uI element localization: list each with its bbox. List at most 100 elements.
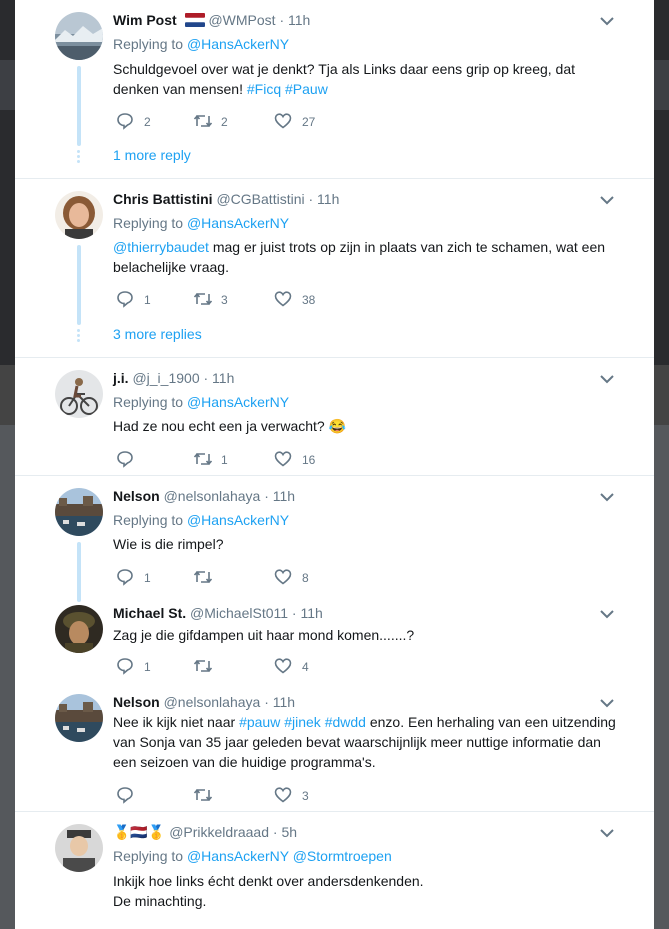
timestamp[interactable]: · 11h (264, 488, 295, 504)
timestamp[interactable]: · 11h (292, 605, 323, 621)
mention-link[interactable]: @thierrybaudet (113, 239, 209, 255)
hashtag-link[interactable]: #dwdd (325, 714, 366, 730)
hashtag-link[interactable]: #Pauw (285, 81, 328, 97)
reply-icon (117, 113, 133, 130)
tweet-header: Wim Post @WMPost · 11h (113, 12, 310, 28)
tweet-actions: 3 (113, 786, 373, 804)
avatar[interactable] (55, 605, 103, 653)
thread-dots (77, 150, 81, 165)
timestamp[interactable]: · 5h (273, 824, 297, 840)
thread-line (77, 542, 81, 602)
avatar[interactable] (55, 12, 103, 60)
timestamp[interactable]: · 11h (204, 370, 235, 386)
hashtag-link[interactable]: #pauw (239, 714, 280, 730)
conversation-thread: Nelson @nelsonlahaya · 11h Replying to @… (15, 476, 654, 811)
display-name[interactable]: Wim Post (113, 12, 177, 28)
display-name[interactable]: 🥇🇳🇱🥇 (113, 824, 165, 840)
reply-icon (117, 658, 133, 675)
tweet-header: Nelson @nelsonlahaya · 11h (113, 488, 295, 504)
thread-line (77, 66, 81, 146)
avatar[interactable] (55, 488, 103, 536)
display-name[interactable]: j.i. (113, 370, 129, 386)
avatar[interactable] (55, 370, 103, 418)
handle[interactable]: @Prikkeldraaad (169, 824, 269, 840)
retweet-icon (193, 292, 213, 306)
reply-icon (117, 291, 133, 308)
tweet-header: Michael St. @MichaelSt011 · 11h (113, 605, 323, 621)
display-name[interactable]: Michael St. (113, 605, 186, 621)
replying-to: Replying to @HansAckerNY @Stormtroepen (113, 848, 392, 864)
thread-dots (77, 329, 81, 344)
avatar[interactable] (55, 694, 103, 742)
like-icon (274, 787, 292, 803)
tweet-prikkeldraaad[interactable]: 🥇🇳🇱🥇 @Prikkeldraaad · 5h Replying to @Ha… (15, 812, 654, 929)
tweet-header: Chris Battistini @CGBattistini · 11h (113, 191, 339, 207)
handle[interactable]: @CGBattistini (216, 191, 304, 207)
like-icon (274, 658, 292, 674)
timestamp[interactable]: · 11h (264, 694, 295, 710)
mention-link[interactable]: @HansAckerNY (187, 215, 289, 231)
mention-link[interactable]: @HansAckerNY (187, 36, 289, 52)
display-name[interactable]: Nelson (113, 694, 160, 710)
timestamp[interactable]: · 11h (279, 12, 310, 28)
hashtag-link[interactable]: #jinek (284, 714, 321, 730)
chevron-down-icon[interactable] (600, 828, 614, 838)
mention-link[interactable]: @HansAckerNY (187, 512, 289, 528)
tweet-text: Zag je die gifdampen uit haar mond komen… (113, 627, 415, 643)
reply-icon (117, 787, 133, 804)
chevron-down-icon[interactable] (600, 698, 614, 708)
more-replies-link[interactable]: 1 more reply (113, 147, 191, 163)
tweet-ji[interactable]: j.i. @j_i_1900 · 11h Replying to @HansAc… (15, 358, 654, 475)
retweet-icon (193, 659, 213, 673)
tweet-header: j.i. @j_i_1900 · 11h (113, 370, 234, 386)
handle[interactable]: @MichaelSt011 (190, 605, 288, 621)
tweet-text: Wie is die rimpel? (113, 536, 224, 552)
reply-icon (117, 451, 133, 468)
retweet-icon (193, 788, 213, 802)
chevron-down-icon[interactable] (600, 374, 614, 384)
mention-link[interactable]: @HansAckerNY (187, 848, 289, 864)
mention-link[interactable]: @HansAckerNY (187, 394, 289, 410)
like-icon (274, 291, 292, 307)
timestamp[interactable]: · 11h (308, 191, 339, 207)
handle[interactable]: @nelsonlahaya (164, 694, 261, 710)
tweet-text: Schuldgevoel over wat je denkt? Tja als … (113, 61, 576, 97)
more-replies-link[interactable]: 3 more replies (113, 326, 202, 342)
tweet-header: Nelson @nelsonlahaya · 11h (113, 694, 295, 710)
chevron-down-icon[interactable] (600, 492, 614, 502)
tweet-chris-battistini[interactable]: Chris Battistini @CGBattistini · 11h Rep… (15, 179, 654, 357)
avatar[interactable] (55, 824, 103, 872)
tweet-actions: 1 4 (113, 657, 373, 675)
like-icon (274, 451, 292, 467)
handle[interactable]: @nelsonlahaya (164, 488, 261, 504)
like-icon (274, 569, 292, 585)
tweet-text: @thierrybaudet mag er juist trots op zij… (113, 239, 606, 275)
tweet-actions: 1 8 (113, 568, 373, 586)
tweet-actions: 1 16 (113, 450, 373, 468)
tweet-text: Had ze nou echt een ja verwacht? 😂 (113, 418, 347, 434)
display-name[interactable]: Chris Battistini (113, 191, 213, 207)
handle[interactable]: @j_i_1900 (132, 370, 199, 386)
chevron-down-icon[interactable] (600, 16, 614, 26)
backdrop-left (0, 0, 15, 929)
chevron-down-icon[interactable] (600, 609, 614, 619)
replying-to: Replying to @HansAckerNY (113, 512, 290, 528)
chevron-down-icon[interactable] (600, 195, 614, 205)
handle[interactable]: @WMPost (208, 12, 275, 28)
tweet-header: 🥇🇳🇱🥇 @Prikkeldraaad · 5h (113, 824, 297, 841)
avatar[interactable] (55, 191, 103, 239)
hashtag-link[interactable]: #Ficq (247, 81, 281, 97)
retweet-icon (193, 570, 213, 584)
replying-to: Replying to @HansAckerNY (113, 36, 290, 52)
retweet-icon (193, 114, 213, 128)
thread-line (77, 245, 81, 325)
like-icon (274, 113, 292, 129)
display-name[interactable]: Nelson (113, 488, 160, 504)
tweet-wim-post[interactable]: Wim Post @WMPost · 11h Replying to @Hans… (15, 0, 654, 178)
mention-link[interactable]: @Stormtroepen (293, 848, 392, 864)
reply-icon (117, 569, 133, 586)
replying-to: Replying to @HansAckerNY (113, 394, 290, 410)
retweet-icon (193, 452, 213, 466)
backdrop-right (654, 0, 669, 929)
tweet-actions: 1 3 38 (113, 290, 373, 308)
